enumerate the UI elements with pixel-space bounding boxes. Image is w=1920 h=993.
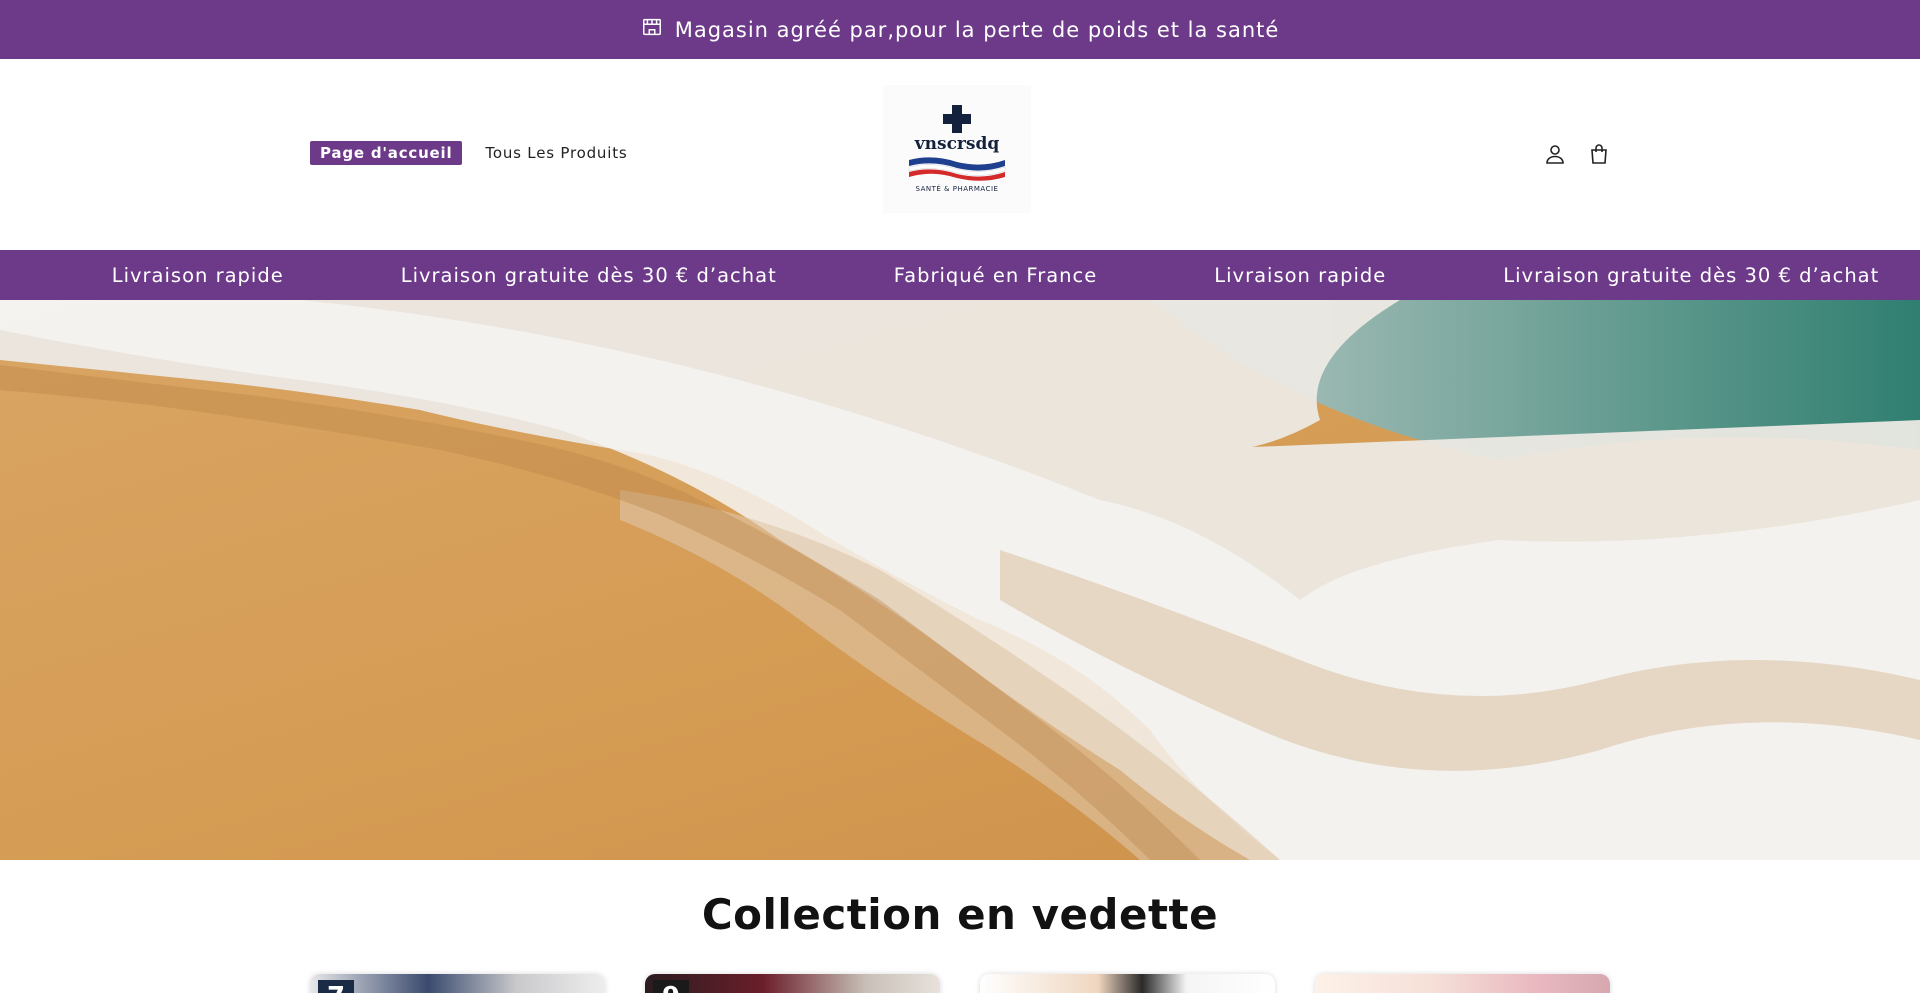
card-badge: 7: [318, 980, 354, 993]
site-header: Page d'accueil Tous Les Produits vnscrsd…: [0, 59, 1920, 250]
marquee-item: Fabriqué en France: [893, 263, 1098, 287]
product-card[interactable]: [980, 974, 1275, 993]
nav-item-home[interactable]: Page d'accueil: [310, 141, 463, 165]
logo-name: vnscrsdq: [914, 134, 1000, 154]
account-icon[interactable]: [1543, 142, 1567, 166]
collection-title: Collection en vedette: [701, 890, 1219, 939]
main-nav: Page d'accueil Tous Les Produits: [310, 141, 628, 165]
site-logo[interactable]: vnscrsdq SANTÉ & PHARMACIE: [883, 85, 1031, 213]
announcement-text: Magasin agréé par,pour la perte de poids…: [674, 17, 1280, 42]
marquee-item: Livraison gratuite dès 30 € d’achat: [400, 263, 777, 287]
marquee-item: Livraison rapide: [1214, 263, 1387, 287]
product-card[interactable]: 9: [645, 974, 940, 993]
nav-item-all-products[interactable]: Tous Les Produits: [485, 144, 627, 162]
product-card[interactable]: 7: [310, 974, 605, 993]
cross-icon: [943, 105, 971, 133]
hero-banner-image: [0, 300, 1920, 860]
store-icon: [641, 16, 663, 43]
card-badge: 9: [653, 980, 689, 993]
logo-tagline: SANTÉ & PHARMACIE: [915, 185, 999, 193]
marquee-item: Livraison gratuite dès 30 € d’achat: [1503, 263, 1880, 287]
product-grid: 7 9: [310, 974, 1610, 993]
marquee-track: ce Livraison rapide Livraison gratuite d…: [0, 250, 1920, 300]
product-card[interactable]: [1315, 974, 1610, 993]
header-icons: [1543, 142, 1611, 166]
cart-icon[interactable]: [1587, 142, 1611, 166]
announcement-bar: Magasin agréé par,pour la perte de poids…: [0, 0, 1920, 59]
flag-ribbon-icon: [908, 157, 1006, 181]
benefits-marquee: ce Livraison rapide Livraison gratuite d…: [0, 250, 1920, 300]
marquee-item: Livraison rapide: [111, 263, 284, 287]
